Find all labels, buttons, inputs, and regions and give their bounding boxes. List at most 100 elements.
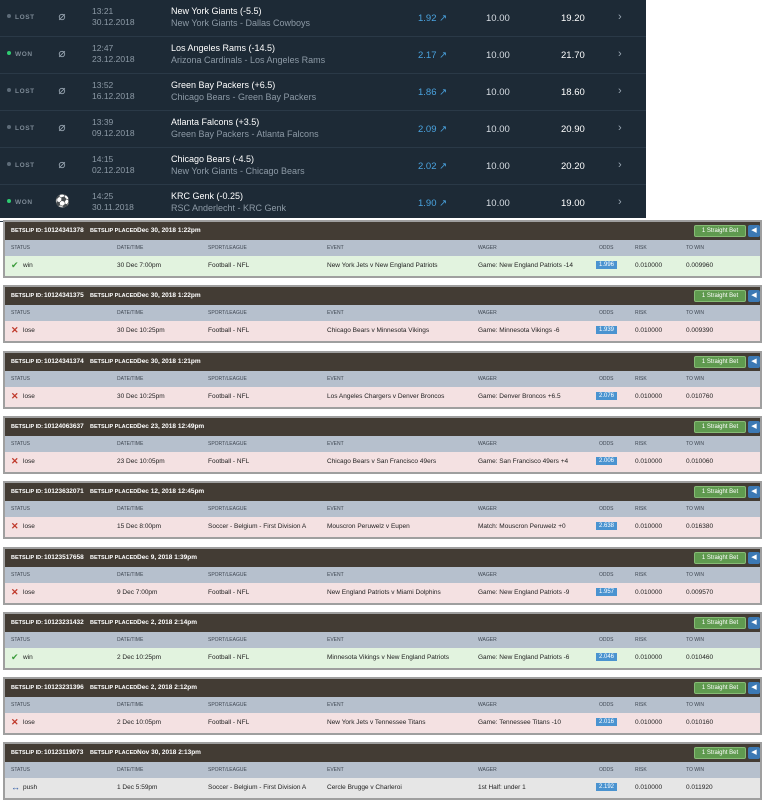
betslip-header: BETSLIP ID: 10123119073 BETSLIP PLACED: Nov…	[5, 744, 760, 762]
odds-number: 1.90	[418, 198, 437, 209]
megaphone-icon[interactable]: ◀	[748, 356, 760, 368]
col-odds: ODDS	[599, 441, 614, 447]
bet-history-section: LOST ⌀ 13:21 30.12.2018 New York Giants (-5.…	[0, 0, 765, 222]
status-dot-icon	[7, 88, 11, 92]
col-wager: WAGER	[478, 572, 497, 578]
bet-row[interactable]: WON ⚽ 14:25 30.11.2018 KRC Genk (-0.25) RSC A…	[0, 185, 646, 222]
bet-row[interactable]: WON ⌀ 12:47 23.12.2018 Los Angeles Rams (-14…	[0, 37, 646, 74]
bet-row[interactable]: LOST ⌀ 13:39 09.12.2018 Atlanta Falcons (+3.…	[0, 111, 646, 148]
col-risk: RISK	[635, 767, 647, 773]
betslip-card: BETSLIP ID: 10123231396 BETSLIP PLACED: Dec…	[3, 677, 762, 735]
bet-status: LOST	[7, 162, 35, 169]
event-value: Los Angeles Chargers v Denver Broncos	[327, 393, 445, 400]
col-wager: WAGER	[478, 310, 497, 316]
straight-bet-badge[interactable]: 1 Straight Bet	[694, 682, 746, 694]
bet-status: LOST	[7, 14, 35, 21]
towin-value: 0.010760	[686, 393, 714, 400]
odds-value: 1.90 ↗	[418, 198, 447, 209]
betslip-id-label: BETSLIP ID:	[11, 555, 43, 561]
betslip-card: BETSLIP ID: 10123231432 BETSLIP PLACED: Dec…	[3, 612, 762, 670]
return-value: 20.90	[561, 124, 585, 135]
bet-row[interactable]: LOST ⌀ 13:21 30.12.2018 New York Giants (-5.…	[0, 0, 646, 37]
odds-badge: 2.046	[596, 653, 618, 661]
betslip-id-label: BETSLIP ID:	[11, 620, 43, 626]
odds-number: 2.17	[418, 50, 437, 61]
bet-row[interactable]: LOST ⌀ 14:15 02.12.2018 Chicago Bears (-4.5)…	[0, 148, 646, 185]
betslip-id-label: BETSLIP ID:	[11, 228, 43, 234]
betslip-row: ✕ lose 15 Dec 8:00pm Soccer - Belgium - Fir…	[5, 517, 760, 537]
betslip-id-label: BETSLIP ID:	[11, 685, 43, 691]
betslip-card: BETSLIP ID: 10124341375 BETSLIP PLACED: Dec…	[3, 285, 762, 343]
push-arrows-icon: ↔	[11, 782, 20, 792]
towin-value: 0.009570	[686, 589, 714, 596]
status-label: LOST	[15, 162, 35, 169]
event-label: Arizona Cardinals - Los Angeles Rams	[171, 55, 326, 65]
betslip-header: BETSLIP ID: 10123231432 BETSLIP PLACED: Dec…	[5, 614, 760, 632]
straight-bet-badge[interactable]: 1 Straight Bet	[694, 290, 746, 302]
col-wager: WAGER	[478, 702, 497, 708]
event-label: New York Giants - Dallas Cowboys	[171, 18, 311, 28]
football-icon: ⌀	[58, 120, 66, 134]
chevron-right-icon[interactable]: ›	[618, 11, 622, 23]
wager-value: 1st Half: under 1	[478, 784, 526, 791]
col-towin: TO WIN	[686, 572, 704, 578]
straight-bet-badge[interactable]: 1 Straight Bet	[694, 356, 746, 368]
date-value: 23.12.2018	[92, 54, 135, 64]
trend-up-icon: ↗	[439, 161, 448, 172]
selection-label: Chicago Bears (-4.5)	[171, 154, 255, 164]
odds-value: 2.17 ↗	[418, 50, 447, 61]
chevron-right-icon[interactable]: ›	[618, 85, 622, 97]
straight-bet-badge[interactable]: 1 Straight Bet	[694, 552, 746, 564]
check-icon: ✔	[11, 652, 19, 662]
col-datetime: DATE/TIME	[117, 441, 144, 447]
col-sport: SPORT/LEAGUE	[208, 506, 247, 512]
megaphone-icon[interactable]: ◀	[748, 747, 760, 759]
status-value: win	[23, 654, 33, 661]
towin-value: 0.009960	[686, 262, 714, 269]
straight-bet-badge[interactable]: 1 Straight Bet	[694, 225, 746, 237]
trend-up-icon: ↗	[439, 198, 448, 209]
time-value: 14:15	[92, 154, 114, 164]
risk-value: 0.010000	[635, 262, 663, 269]
straight-bet-badge[interactable]: 1 Straight Bet	[694, 747, 746, 759]
megaphone-icon[interactable]: ◀	[748, 486, 760, 498]
chevron-right-icon[interactable]: ›	[618, 122, 622, 134]
megaphone-icon[interactable]: ◀	[748, 682, 760, 694]
betslip-placed-value: Dec 9, 2018 1:39pm	[137, 554, 197, 561]
betslip-column-headers: STATUS DATE/TIME SPORT/LEAGUE EVENT WAGER ODD…	[5, 305, 760, 321]
status-value: lose	[23, 719, 35, 726]
betslip-placed-value: Dec 2, 2018 2:14pm	[137, 619, 197, 626]
football-icon: ⌀	[58, 46, 66, 60]
bet-row[interactable]: LOST ⌀ 13:52 16.12.2018 Green Bay Packers (+…	[0, 74, 646, 111]
megaphone-icon[interactable]: ◀	[748, 421, 760, 433]
status-value: lose	[23, 327, 35, 334]
time-value: 13:39	[92, 117, 114, 127]
x-icon: ✕	[11, 391, 19, 401]
betslip-header: BETSLIP ID: 10123231396 BETSLIP PLACED: Dec…	[5, 679, 760, 697]
status-value: lose	[23, 393, 35, 400]
betslip-id-value: 10124063637	[44, 423, 84, 430]
chevron-right-icon[interactable]: ›	[618, 159, 622, 171]
straight-bet-badge[interactable]: 1 Straight Bet	[694, 486, 746, 498]
trend-up-icon: ↗	[439, 87, 448, 98]
chevron-right-icon[interactable]: ›	[618, 48, 622, 60]
bet-selection: KRC Genk (-0.25) RSC Anderlecht - KRC Gen…	[171, 190, 286, 214]
megaphone-icon[interactable]: ◀	[748, 617, 760, 629]
megaphone-icon[interactable]: ◀	[748, 552, 760, 564]
chevron-right-icon[interactable]: ›	[618, 196, 622, 208]
straight-bet-badge[interactable]: 1 Straight Bet	[694, 421, 746, 433]
risk-value: 0.010000	[635, 654, 663, 661]
datetime-value: 30 Dec 10:25pm	[117, 327, 165, 334]
col-wager: WAGER	[478, 245, 497, 251]
betslip-placed-label: BETSLIP PLACED:	[90, 620, 140, 626]
straight-bet-badge[interactable]: 1 Straight Bet	[694, 617, 746, 629]
col-event: EVENT	[327, 572, 344, 578]
col-status: STATUS	[11, 702, 30, 708]
event-label: Green Bay Packers - Atlanta Falcons	[171, 129, 319, 139]
megaphone-icon[interactable]: ◀	[748, 225, 760, 237]
megaphone-icon[interactable]: ◀	[748, 290, 760, 302]
datetime-value: 30 Dec 10:25pm	[117, 393, 165, 400]
event-value: Chicago Bears v Minnesota Vikings	[327, 327, 430, 334]
betslip-id-label: BETSLIP ID:	[11, 424, 43, 430]
football-icon: ⌀	[58, 83, 66, 97]
